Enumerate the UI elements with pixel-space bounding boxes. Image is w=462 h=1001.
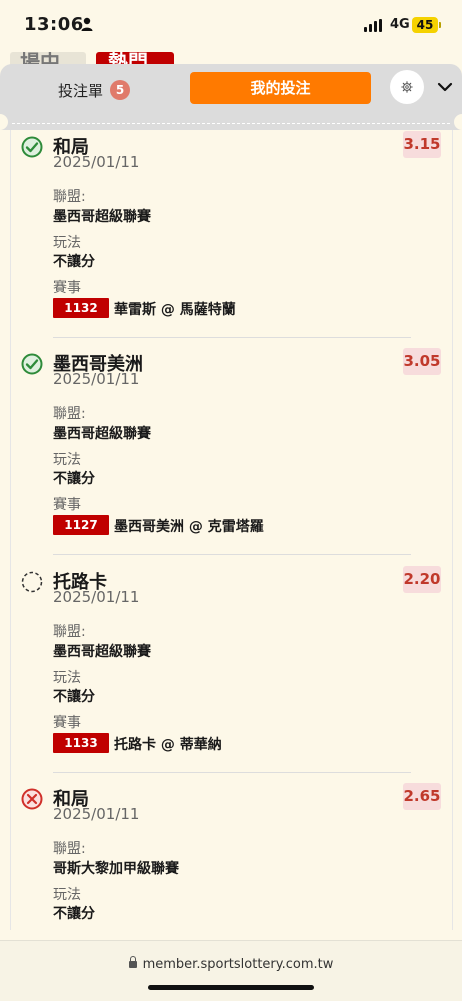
check-circle-icon	[21, 353, 43, 375]
bet-list[interactable]: 和局 2025/01/11 3.15 聯盟: 墨西哥超級聯賽 玩法 不讓分 賽事…	[10, 130, 453, 930]
league-label: 聯盟:	[53, 406, 86, 422]
play-value: 不讓分	[53, 471, 95, 487]
tab-betslip-label: 投注單	[58, 81, 104, 100]
status-time: 13:06	[24, 14, 84, 35]
lock-icon	[128, 956, 137, 968]
league-label: 聯盟:	[53, 624, 86, 640]
odds-badge: 2.65	[403, 783, 441, 810]
bet-divider	[53, 337, 411, 338]
league-value: 墨西哥超級聯賽	[53, 426, 151, 442]
play-label: 玩法	[53, 670, 81, 686]
match-name: 托路卡 @ 蒂華納	[114, 737, 222, 753]
league-value: 哥斯大黎加甲級聯賽	[53, 861, 179, 877]
match-id-badge: 1133	[53, 733, 109, 753]
settings-button[interactable]	[390, 70, 424, 104]
battery-icon: 45	[412, 17, 438, 33]
event-label: 賽事	[53, 715, 81, 731]
browser-url-bar[interactable]: member.sportslottery.com.tw	[0, 940, 462, 1001]
tab-my-bets[interactable]: 我的投注	[190, 72, 371, 104]
play-label: 玩法	[53, 887, 81, 903]
odds-badge: 2.20	[403, 566, 441, 593]
play-value: 不讓分	[53, 906, 95, 922]
event-label: 賽事	[53, 497, 81, 513]
league-value: 墨西哥超級聯賽	[53, 209, 151, 225]
url-display: member.sportslottery.com.tw	[0, 956, 462, 972]
bet-date: 2025/01/11	[53, 370, 140, 388]
dashed-divider	[12, 123, 450, 124]
match-id-badge: 1127	[53, 515, 109, 535]
person-icon	[81, 17, 93, 31]
league-label: 聯盟:	[53, 841, 86, 857]
play-value: 不讓分	[53, 689, 95, 705]
check-circle-icon	[21, 136, 43, 158]
home-indicator[interactable]	[148, 985, 314, 990]
tab-betslip[interactable]: 投注單 5	[58, 77, 131, 103]
play-label: 玩法	[53, 452, 81, 468]
chevron-down-icon[interactable]	[437, 80, 453, 94]
league-label: 聯盟:	[53, 189, 86, 205]
bet-divider	[53, 554, 411, 555]
event-label: 賽事	[53, 280, 81, 296]
betslip-count-badge: 5	[110, 80, 131, 100]
cross-circle-icon	[21, 788, 43, 810]
bet-date: 2025/01/11	[53, 805, 140, 823]
odds-badge: 3.15	[403, 131, 441, 158]
status-bar: 13:06 4G 45	[0, 0, 462, 54]
match-name: 華雷斯 @ 馬薩特蘭	[114, 302, 236, 318]
bet-date: 2025/01/11	[53, 588, 140, 606]
network-type: 4G	[390, 17, 410, 32]
match-id-badge: 1132	[53, 298, 109, 318]
play-value: 不讓分	[53, 254, 95, 270]
url-domain: member.sportslottery.com.tw	[142, 957, 334, 972]
gear-icon	[401, 81, 413, 93]
bet-date: 2025/01/11	[53, 153, 140, 171]
battery-tip	[439, 22, 441, 28]
bet-divider	[53, 772, 411, 773]
signal-icon	[364, 19, 384, 32]
match-name: 墨西哥美洲 @ 克雷塔羅	[114, 519, 264, 535]
odds-badge: 3.05	[403, 348, 441, 375]
pending-circle-icon	[21, 571, 43, 593]
league-value: 墨西哥超級聯賽	[53, 644, 151, 660]
play-label: 玩法	[53, 235, 81, 251]
